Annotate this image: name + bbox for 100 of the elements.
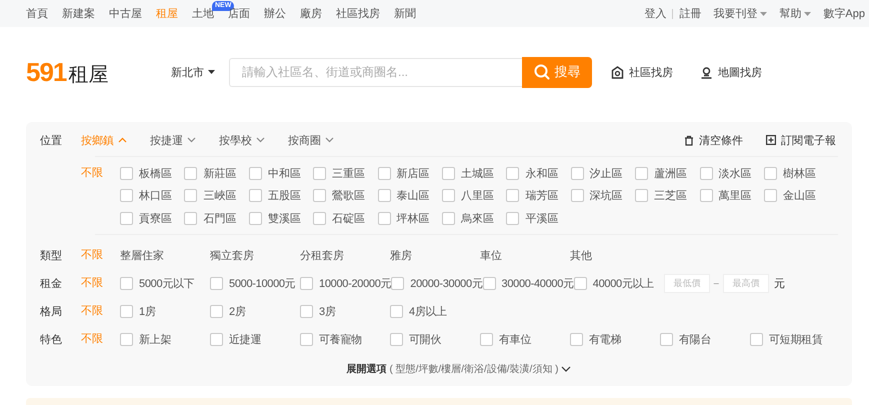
nav-link[interactable]: 註冊 (679, 6, 702, 21)
checkbox[interactable] (480, 332, 493, 346)
nav-link[interactable]: 社區找房 (336, 6, 380, 21)
checkbox[interactable] (210, 304, 223, 318)
type-option[interactable]: 整層住家 (120, 245, 210, 265)
checkbox[interactable] (482, 276, 496, 290)
checkbox[interactable] (570, 166, 584, 180)
nav-link[interactable]: 土地 (192, 6, 214, 21)
option-label: 萬里區 (718, 189, 752, 203)
option-label: 中和區 (268, 166, 301, 180)
header-link[interactable]: 社區找房 (611, 64, 673, 80)
checkbox[interactable] (390, 304, 403, 318)
option-label: 板橋區 (139, 166, 172, 180)
nav-link[interactable]: 首頁 (26, 6, 48, 21)
checkbox[interactable] (120, 189, 133, 202)
checkbox[interactable] (248, 166, 262, 180)
checkbox[interactable] (660, 332, 673, 346)
checkbox[interactable] (300, 304, 313, 318)
nav-link[interactable]: 辦公 (264, 6, 286, 21)
option-label: 三重區 (332, 166, 366, 180)
filter-tab[interactable]: 按學校 (219, 132, 265, 148)
checkbox[interactable] (120, 304, 133, 318)
checkbox[interactable] (313, 212, 326, 224)
option-label: 三芝區 (654, 189, 688, 203)
checkbox[interactable] (506, 212, 520, 224)
nav-link[interactable]: 中古屋 (109, 6, 142, 21)
checkbox[interactable] (248, 212, 262, 224)
price-field[interactable]: 最低價 (664, 274, 710, 292)
checkbox[interactable] (700, 166, 713, 180)
checkbox[interactable] (378, 166, 391, 180)
nav-link[interactable]: 登入 (644, 6, 666, 21)
caret-icon (804, 12, 812, 16)
checkbox[interactable] (570, 189, 584, 202)
checkbox[interactable] (210, 332, 223, 346)
checkbox[interactable] (300, 276, 313, 290)
checkbox[interactable] (764, 189, 777, 202)
filter-tab[interactable]: 按捷運 (150, 132, 196, 148)
nav-link[interactable]: 數字App (823, 6, 865, 21)
checkbox[interactable] (764, 166, 777, 180)
chevron-icon (256, 137, 265, 143)
unit-label: 元 (774, 276, 785, 290)
checkbox[interactable] (635, 189, 648, 202)
checkbox[interactable] (635, 166, 648, 180)
option-label: 2房 (229, 304, 246, 318)
nav-link[interactable]: 幫助 (779, 6, 802, 21)
checkbox[interactable] (442, 212, 455, 224)
option-label: 3房 (319, 304, 336, 318)
search-field[interactable]: 請輸入社區名、街道或商圈名... (229, 58, 522, 86)
price-field[interactable]: 最高價 (722, 274, 769, 292)
checkbox[interactable] (120, 212, 133, 224)
checkbox[interactable] (184, 212, 198, 224)
nav-link[interactable]: 新聞 (394, 6, 416, 21)
type-option[interactable]: 車位 (480, 245, 570, 265)
checkbox[interactable] (184, 166, 198, 180)
type-option[interactable]: 分租套房 (300, 245, 390, 265)
checkbox[interactable] (506, 189, 520, 202)
checkbox[interactable] (378, 189, 391, 202)
checkbox[interactable] (184, 189, 198, 202)
option-label: 林口區 (139, 189, 172, 203)
checkbox[interactable] (120, 276, 133, 290)
checkbox[interactable] (506, 166, 520, 180)
row-label: 格局 (40, 304, 63, 318)
option-label: 汐止區 (590, 166, 623, 180)
action-link[interactable]: 清空條件 (684, 132, 743, 148)
filter-tab[interactable]: 按商圈 (288, 132, 334, 148)
checkbox[interactable] (574, 276, 587, 290)
checkbox[interactable] (570, 332, 583, 346)
logo[interactable]: 591租屋 (26, 56, 171, 88)
option-label: 40000元以上 (592, 276, 654, 290)
option-label: 三峽區 (203, 189, 236, 203)
header-link[interactable]: 地圖找房 (700, 64, 762, 80)
checkbox[interactable] (700, 189, 713, 202)
range-separator: – (714, 278, 719, 288)
checkbox[interactable] (210, 276, 223, 290)
option-label: 蘆洲區 (654, 166, 688, 180)
checkbox[interactable] (313, 189, 326, 202)
nav-link[interactable]: 新建案 (62, 6, 95, 21)
checkbox[interactable] (391, 276, 404, 290)
option-label: 烏來區 (460, 212, 494, 226)
checkbox[interactable] (378, 212, 391, 224)
city-dropdown[interactable]: 新北市 (171, 64, 229, 80)
type-option[interactable]: 獨立套房 (210, 245, 300, 265)
checkbox[interactable] (120, 332, 133, 346)
row-label: 類型 (40, 248, 63, 262)
checkbox[interactable] (300, 332, 313, 346)
checkbox[interactable] (750, 332, 763, 346)
option-label: 鶯歌區 (332, 188, 366, 203)
checkbox[interactable] (248, 189, 262, 202)
nav-link[interactable]: 我要刊登 (713, 6, 758, 21)
nav-link[interactable]: 廠房 (300, 6, 322, 21)
pin-icon (700, 66, 713, 78)
type-option[interactable]: 雅房 (390, 245, 480, 265)
checkbox[interactable] (313, 166, 326, 180)
checkbox[interactable] (442, 189, 455, 202)
checkbox[interactable] (120, 166, 133, 180)
action-link[interactable]: 訂閱電子報 (766, 132, 836, 148)
checkbox[interactable] (390, 332, 403, 346)
type-option[interactable]: 其他 (570, 245, 660, 265)
checkbox[interactable] (442, 166, 455, 180)
expand-link[interactable]: 展開選項 ( 型態/坪數/樓層/衛浴/設備/裝潢/須知 ) (346, 362, 572, 376)
